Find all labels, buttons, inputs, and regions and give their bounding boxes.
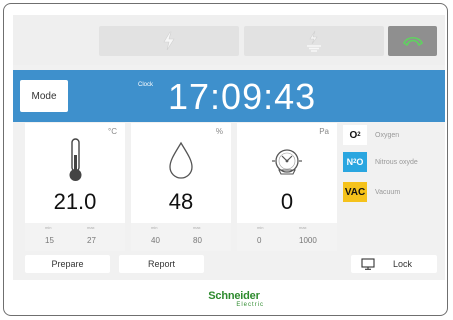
gas-oxygen[interactable]: O2 Oxygen [343,125,399,145]
humidity-unit: % [215,127,223,136]
device-frame: Mode Clock 17:09:43 °C 21.0 min max 15 2… [3,3,448,316]
temperature-min-label: min [45,225,52,230]
brand-sub: Electric [236,302,264,308]
mode-button[interactable]: Mode [20,80,68,112]
pressure-max: 1000 [299,236,317,245]
pressure-min-label: min [257,225,264,230]
gas-nitrous-oxide[interactable]: N2O Nitrous oxyde [343,152,418,172]
temperature-max: 27 [87,236,96,245]
temperature-limits: min max 15 27 [25,223,125,251]
humidity-card[interactable]: % 48 min max 40 80 [131,123,231,251]
nitrous-oxide-label: Nitrous oxyde [375,158,418,166]
droplet-icon [169,141,193,179]
lightning-icon [163,31,175,51]
humidity-max-label: max [193,225,201,230]
prepare-button[interactable]: Prepare [25,255,110,273]
gas-vacuum[interactable]: VAC Vacuum [343,182,400,202]
monitor-icon [361,258,375,270]
temperature-card[interactable]: °C 21.0 min max 15 27 [25,123,125,251]
pressure-card[interactable]: Pa 0 min max 0 1000 [237,123,337,251]
oxygen-label: Oxygen [375,131,400,139]
thermometer-icon [69,138,82,181]
clock-time: 17:09:43 [168,76,317,117]
oxygen-badge: O2 [343,125,367,145]
lightning-button[interactable] [99,26,239,56]
header-bar: Mode Clock 17:09:43 [13,70,445,122]
pressure-limits: min max 0 1000 [237,223,337,251]
pressure-unit: Pa [319,127,329,136]
clock-label: Clock [138,82,154,88]
phone-hook-icon [402,36,423,47]
top-bar [13,15,445,65]
vacuum-badge: VAC [343,182,367,202]
temperature-value: 21.0 [53,189,97,214]
temperature-unit: °C [108,127,117,136]
ground-lightning-icon [307,30,321,52]
gauge-icon [272,149,302,175]
touch-screen: Mode Clock 17:09:43 °C 21.0 min max 15 2… [13,15,445,280]
lock-button[interactable]: Lock [351,255,437,273]
phone-hook-button[interactable] [388,26,437,56]
humidity-limits: min max 40 80 [131,223,231,251]
pressure-value: 0 [280,189,294,214]
nitrous-oxide-badge: N2O [343,152,367,172]
pressure-min: 0 [257,236,262,245]
brand-logo: Schneider Electric [200,291,268,309]
vacuum-label: Vacuum [375,188,401,196]
temperature-min: 15 [45,236,54,245]
brand-name: Schneider [208,290,260,302]
humidity-value: 48 [168,189,194,214]
humidity-min: 40 [151,236,160,245]
temperature-max-label: max [87,225,95,230]
ground-lightning-button[interactable] [244,26,384,56]
humidity-max: 80 [193,236,202,245]
pressure-max-label: max [299,225,307,230]
lock-label: Lock [393,259,413,269]
humidity-min-label: min [151,225,158,230]
report-button[interactable]: Report [119,255,204,273]
